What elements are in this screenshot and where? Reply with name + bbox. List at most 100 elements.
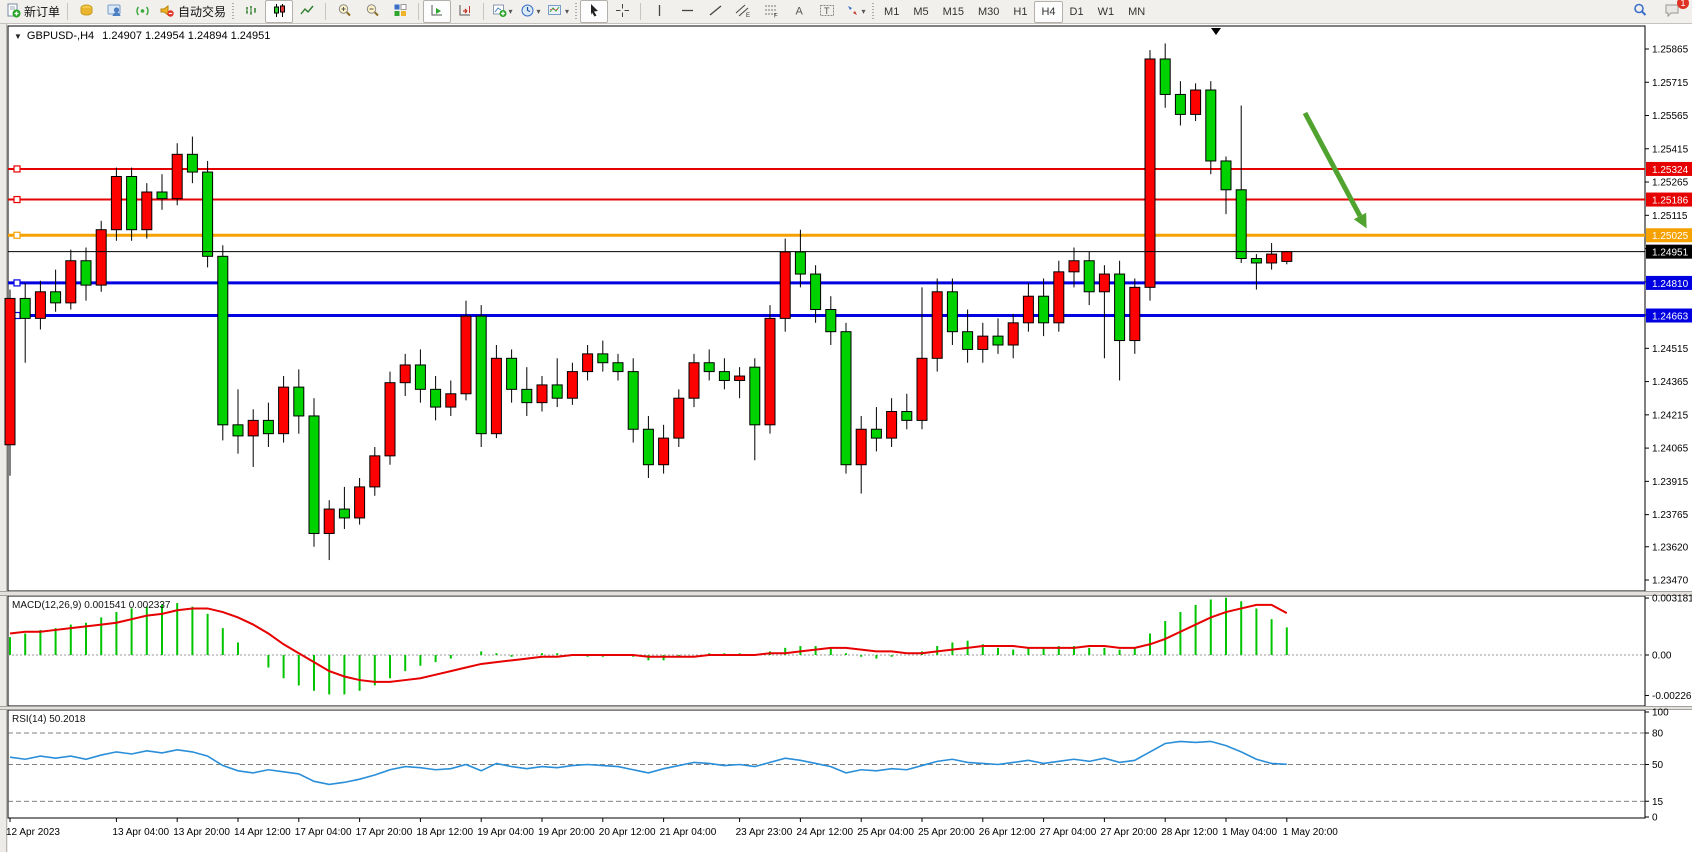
svg-text:1.23765: 1.23765	[1652, 510, 1689, 521]
cursor-button[interactable]	[580, 0, 608, 23]
svg-text:19 Apr 04:00: 19 Apr 04:00	[477, 827, 534, 838]
template-icon	[547, 3, 563, 21]
macd-pane[interactable]	[8, 596, 1645, 706]
tile-windows-button[interactable]	[386, 0, 414, 23]
line-chart-icon	[300, 3, 315, 21]
svg-text:A: A	[795, 5, 803, 17]
candlestick-chart-button[interactable]	[265, 0, 293, 23]
zoom-in-icon	[337, 3, 352, 21]
periods-button[interactable]: ▾	[516, 0, 544, 23]
search-button[interactable]	[1626, 0, 1654, 23]
text-label-button[interactable]: T	[813, 0, 841, 23]
toolbar-grip	[232, 3, 234, 20]
zoom-in-button[interactable]	[330, 0, 358, 23]
chart-shift-button[interactable]	[451, 0, 479, 23]
gold-package-button[interactable]	[72, 0, 100, 23]
separator	[640, 3, 641, 20]
svg-text:21 Apr 04:00: 21 Apr 04:00	[660, 827, 717, 838]
timeframe-w1[interactable]: W1	[1091, 1, 1122, 23]
timeframe-m15[interactable]: M15	[936, 1, 971, 23]
chart-title: ▼ GBPUSD-,H4 1.24907 1.24954 1.24894 1.2…	[14, 30, 270, 42]
rsi-pane[interactable]	[8, 710, 1645, 818]
equidistant-channel-icon: E	[735, 3, 751, 21]
svg-text:E: E	[746, 13, 750, 18]
svg-text:13 Apr 20:00: 13 Apr 20:00	[173, 827, 230, 838]
svg-text:80: 80	[1652, 729, 1664, 740]
trendline-icon	[708, 3, 723, 21]
svg-text:18 Apr 12:00: 18 Apr 12:00	[416, 827, 473, 838]
svg-text:1.23915: 1.23915	[1652, 477, 1689, 488]
separator	[483, 3, 484, 20]
horizontal-line-icon	[680, 3, 695, 21]
separator	[67, 3, 68, 20]
bar-chart-button[interactable]	[237, 0, 265, 23]
auto-scroll-icon	[430, 3, 445, 21]
toolbar-right: 1	[1626, 0, 1686, 23]
svg-text:1.24810: 1.24810	[1652, 279, 1689, 290]
svg-text:1.24215: 1.24215	[1652, 410, 1689, 421]
channel-button[interactable]: E	[729, 0, 757, 23]
auto-scroll-button[interactable]	[423, 0, 451, 23]
svg-text:1.24663: 1.24663	[1652, 312, 1689, 323]
timeframe-h1[interactable]: H1	[1006, 1, 1034, 23]
timeframe-d1[interactable]: D1	[1063, 1, 1091, 23]
separator	[325, 3, 326, 20]
cursor-icon	[587, 3, 602, 21]
svg-text:1.24365: 1.24365	[1652, 377, 1689, 388]
clock-icon	[520, 3, 535, 21]
vertical-line-button[interactable]	[645, 0, 673, 23]
timeframe-m30[interactable]: M30	[971, 1, 1006, 23]
notification-badge: 1	[1677, 0, 1689, 9]
indicators-button[interactable]: ▾	[488, 0, 516, 23]
timeframe-m5[interactable]: M5	[906, 1, 935, 23]
new-order-button[interactable]: 新订单	[3, 0, 63, 23]
tile-windows-icon	[393, 3, 408, 21]
signals-button[interactable]	[128, 0, 156, 23]
svg-text:1.25025: 1.25025	[1652, 231, 1689, 242]
chevron-down-icon: ▾	[565, 7, 569, 16]
svg-text:26 Apr 12:00: 26 Apr 12:00	[979, 827, 1036, 838]
chevron-down-icon: ▾	[862, 7, 866, 16]
templates-button[interactable]: ▾	[544, 0, 572, 23]
autotrading-button[interactable]: 自动交易	[156, 0, 229, 23]
notifications-button[interactable]: 1	[1658, 0, 1686, 23]
timeframe-m1[interactable]: M1	[877, 1, 906, 23]
svg-text:1 May 20:00: 1 May 20:00	[1283, 827, 1338, 838]
chevron-down-icon[interactable]: ▼	[14, 32, 22, 41]
text-button[interactable]: A	[785, 0, 813, 23]
rsi-label: RSI(14) 50.2018	[12, 714, 86, 725]
crosshair-button[interactable]	[608, 0, 636, 23]
chevron-down-icon: ▾	[509, 7, 513, 16]
arrows-button[interactable]: ▾	[841, 0, 869, 23]
timeframe-mn[interactable]: MN	[1121, 1, 1152, 23]
fibonacci-button[interactable]: F	[757, 0, 785, 23]
price-badge-1.25186: 1.25186	[1646, 193, 1692, 207]
zoom-out-button[interactable]	[358, 0, 386, 23]
svg-text:25 Apr 20:00: 25 Apr 20:00	[918, 827, 975, 838]
text-label-icon: T	[819, 3, 835, 21]
svg-text:13 Apr 04:00: 13 Apr 04:00	[112, 827, 169, 838]
timeframe-h4[interactable]: H4	[1034, 1, 1062, 23]
svg-text:1.25865: 1.25865	[1652, 45, 1689, 56]
trendline-button[interactable]	[701, 0, 729, 23]
indicators-icon	[492, 3, 507, 21]
macd-label: MACD(12,26,9) 0.001541 0.002337	[12, 600, 171, 611]
svg-text:15: 15	[1652, 797, 1664, 808]
tester-button[interactable]	[100, 0, 128, 23]
candlestick-icon	[272, 3, 287, 21]
svg-text:0.003181: 0.003181	[1652, 594, 1692, 605]
chart-shift-icon	[458, 3, 473, 21]
svg-text:24 Apr 12:00: 24 Apr 12:00	[796, 827, 853, 838]
line-chart-button[interactable]	[293, 0, 321, 23]
arrows-icon	[845, 3, 860, 21]
main-price-pane[interactable]	[8, 26, 1645, 591]
svg-text:1.23470: 1.23470	[1652, 576, 1689, 587]
svg-text:17 Apr 04:00: 17 Apr 04:00	[295, 827, 352, 838]
horizontal-line-button[interactable]	[673, 0, 701, 23]
new-order-label: 新订单	[24, 3, 60, 20]
chart-canvas[interactable]: 1.258651.257151.255651.254151.252651.251…	[0, 24, 1692, 852]
svg-text:23 Apr 23:00: 23 Apr 23:00	[736, 827, 793, 838]
svg-text:1.24515: 1.24515	[1652, 344, 1689, 355]
svg-text:1.25565: 1.25565	[1652, 111, 1689, 122]
gold-package-icon	[79, 3, 94, 21]
